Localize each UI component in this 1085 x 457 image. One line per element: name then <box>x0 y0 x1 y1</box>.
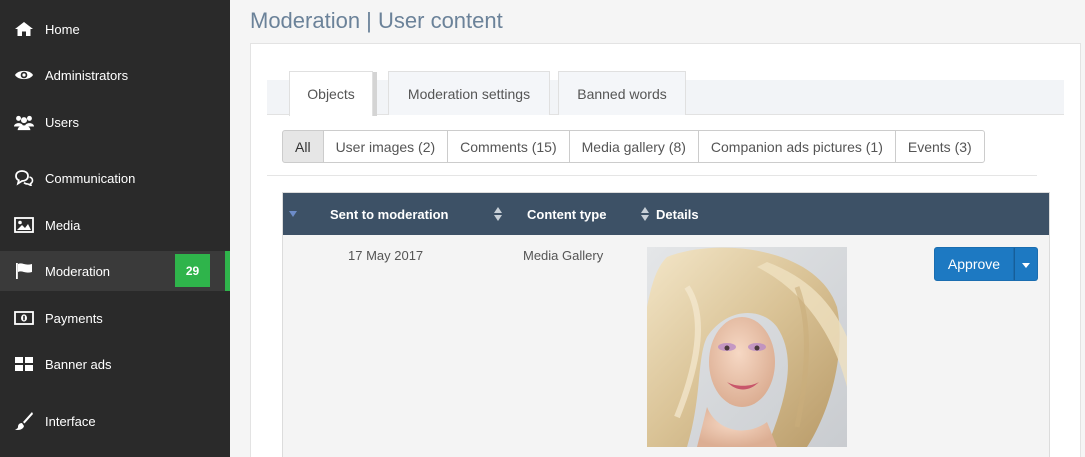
brush-icon <box>14 411 34 431</box>
column-header-sent[interactable]: Sent to moderation <box>330 193 448 235</box>
sidebar-item-communication[interactable]: Communication <box>0 158 230 198</box>
filter-companion-ads-pictures[interactable]: Companion ads pictures (1) <box>697 130 896 163</box>
content-thumbnail[interactable] <box>647 247 847 447</box>
sidebar-item-label: Moderation <box>45 263 111 279</box>
table-header: Sent to moderation Content type Details <box>283 193 1049 235</box>
chat-icon <box>14 168 34 188</box>
sidebar-item-label: Banner ads <box>45 356 112 372</box>
sort-desc-icon[interactable] <box>289 193 297 235</box>
sidebar: Home Administrators Users Communication … <box>0 0 230 457</box>
filter-events[interactable]: Events (3) <box>894 130 985 163</box>
caret-down-icon <box>1022 255 1030 273</box>
sidebar-item-moderation[interactable]: Moderation 29 <box>0 251 230 291</box>
tab-moderation-settings[interactable]: Moderation settings <box>388 71 550 115</box>
tab-bar: Objects Moderation settings Banned words <box>267 71 1064 116</box>
sidebar-item-label: Home <box>45 21 80 37</box>
sidebar-item-label: Users <box>45 114 79 130</box>
money-icon <box>14 308 34 328</box>
row-content-type: Media Gallery <box>523 248 604 263</box>
sidebar-item-payments[interactable]: Payments <box>0 298 230 338</box>
sidebar-item-label: Payments <box>45 310 103 326</box>
content-panel: Objects Moderation settings Banned words… <box>250 43 1081 457</box>
content-filter-group: All User images (2) Comments (15) Media … <box>282 130 985 163</box>
column-header-content-type[interactable]: Content type <box>527 193 606 235</box>
row-date: 17 May 2017 <box>348 248 424 263</box>
eye-icon <box>14 65 34 85</box>
users-icon <box>14 112 34 132</box>
tab-objects[interactable]: Objects <box>289 71 377 116</box>
moderation-count-badge: 29 <box>175 254 210 287</box>
column-sort-icon[interactable] <box>641 193 649 235</box>
tab-banned-words[interactable]: Banned words <box>558 71 686 115</box>
filter-user-images[interactable]: User images (2) <box>322 130 449 163</box>
home-icon <box>14 19 34 39</box>
sidebar-item-label: Interface <box>45 413 96 429</box>
divider <box>267 175 1037 176</box>
moderation-table: Sent to moderation Content type Details … <box>282 192 1050 457</box>
approve-dropdown-toggle[interactable] <box>1014 247 1038 281</box>
table-row: 17 May 2017 Media Gallery Approve <box>283 235 1049 457</box>
flag-icon <box>14 261 34 281</box>
image-icon <box>14 215 34 235</box>
sidebar-item-users[interactable]: Users <box>0 102 230 142</box>
approve-button-group: Approve <box>934 247 1038 281</box>
sidebar-item-label: Communication <box>45 170 136 186</box>
filter-all[interactable]: All <box>282 130 324 163</box>
sidebar-item-administrators[interactable]: Administrators <box>0 55 230 95</box>
grid-icon <box>14 354 34 374</box>
approve-button[interactable]: Approve <box>934 247 1014 281</box>
sidebar-item-home[interactable]: Home <box>0 9 230 49</box>
sidebar-item-media[interactable]: Media <box>0 205 230 245</box>
page-title: Moderation | User content <box>250 8 503 33</box>
filter-comments[interactable]: Comments (15) <box>447 130 570 163</box>
sidebar-item-label: Administrators <box>45 67 129 83</box>
sidebar-item-banner-ads[interactable]: Banner ads <box>0 344 230 384</box>
column-sort-icon[interactable] <box>494 193 502 235</box>
filter-media-gallery[interactable]: Media gallery (8) <box>568 130 699 163</box>
column-header-details[interactable]: Details <box>656 193 699 235</box>
sidebar-item-interface[interactable]: Interface <box>0 401 230 441</box>
sidebar-item-label: Media <box>45 217 81 233</box>
